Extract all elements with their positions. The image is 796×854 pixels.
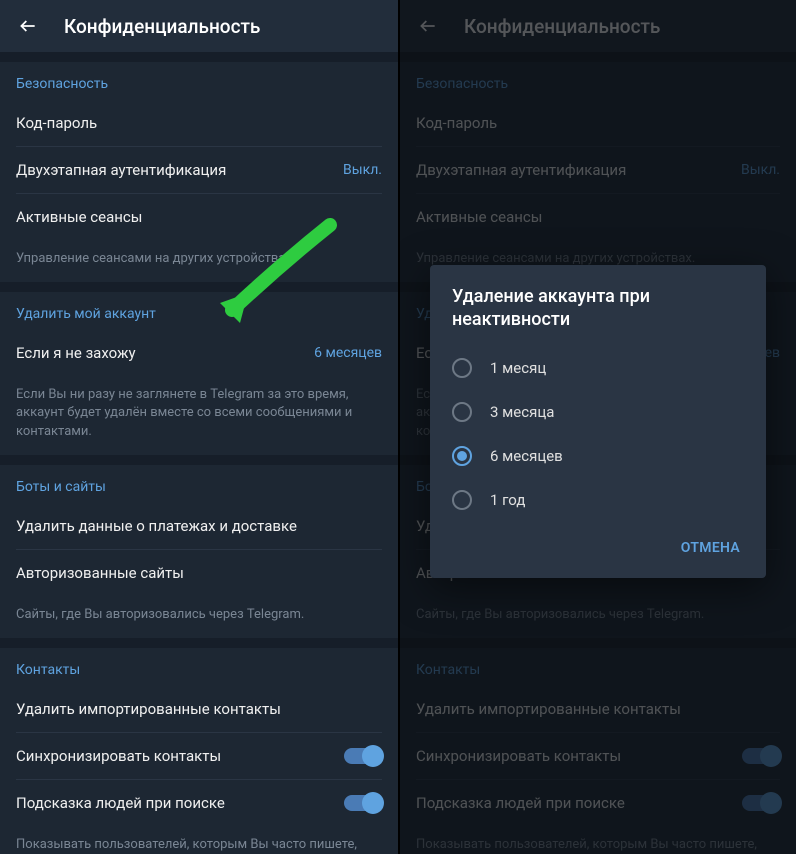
section-bots-header: Боты и сайты [0, 465, 398, 503]
row-two-step[interactable]: Двухэтапная аутентификация Выкл. [0, 147, 398, 193]
authorized-sites-label: Авторизованные сайты [16, 564, 184, 582]
page-title: Конфиденциальность [64, 15, 260, 38]
delete-footer: Если Вы ни разу не заглянете в Telegram … [0, 376, 398, 455]
row-passcode[interactable]: Код-пароль [0, 100, 398, 146]
delete-payment-label: Удалить данные о платежах и доставке [16, 517, 297, 535]
sessions-label: Активные сеансы [16, 208, 142, 226]
sync-switch[interactable] [344, 748, 382, 764]
two-step-label: Двухэтапная аутентификация [16, 161, 226, 179]
row-delete-imported[interactable]: Удалить импортированные контакты [0, 686, 398, 732]
screen-right: Конфиденциальность Безопасность Код-паро… [398, 0, 796, 854]
radio-icon [452, 490, 472, 510]
option-label: 3 месяца [490, 403, 554, 421]
radio-icon [452, 402, 472, 422]
security-footer: Управление сеансами на других устройства… [0, 240, 398, 282]
if-away-value: 6 месяцев [314, 345, 382, 361]
if-away-label: Если я не захожу [16, 344, 136, 362]
modal-overlay[interactable]: Удаление аккаунта при неактивности 1 мес… [400, 0, 796, 854]
option-label: 6 месяцев [490, 447, 563, 465]
section-security-header: Безопасность [0, 62, 398, 100]
option-label: 1 год [490, 491, 525, 509]
radio-icon [452, 358, 472, 378]
row-delete-payment[interactable]: Удалить данные о платежах и доставке [0, 503, 398, 549]
sync-label: Синхронизировать контакты [16, 747, 221, 765]
dialog-title: Удаление аккаунта при неактивности [430, 283, 766, 346]
section-contacts-header: Контакты [0, 648, 398, 686]
delete-imported-label: Удалить импортированные контакты [16, 700, 281, 718]
option-3-months[interactable]: 3 месяца [430, 390, 766, 434]
section-delete-header: Удалить мой аккаунт [0, 292, 398, 330]
row-if-away[interactable]: Если я не захожу 6 месяцев [0, 330, 398, 376]
back-icon[interactable] [16, 14, 40, 38]
passcode-label: Код-пароль [16, 114, 97, 132]
row-sessions[interactable]: Активные сеансы [0, 194, 398, 240]
bots-footer: Сайты, где Вы авторизовались через Teleg… [0, 596, 398, 638]
option-label: 1 месяц [490, 359, 546, 377]
suggest-label: Подсказка людей при поиске [16, 794, 225, 812]
suggest-switch[interactable] [344, 795, 382, 811]
two-step-value: Выкл. [343, 162, 382, 178]
row-suggest[interactable]: Подсказка людей при поиске [0, 780, 398, 826]
option-1-month[interactable]: 1 месяц [430, 346, 766, 390]
dialog-actions: ОТМЕНА [430, 522, 766, 570]
row-sync-contacts[interactable]: Синхронизировать контакты [0, 733, 398, 779]
row-authorized-sites[interactable]: Авторизованные сайты [0, 550, 398, 596]
cancel-button[interactable]: ОТМЕНА [671, 532, 750, 564]
content: Безопасность Код-пароль Двухэтапная ауте… [0, 52, 398, 854]
option-6-months[interactable]: 6 месяцев [430, 434, 766, 478]
option-1-year[interactable]: 1 год [430, 478, 766, 522]
screen-left: Конфиденциальность Безопасность Код-паро… [0, 0, 398, 854]
contacts-footer: Показывать пользователей, которым Вы час… [0, 826, 398, 854]
delete-inactivity-dialog: Удаление аккаунта при неактивности 1 мес… [430, 265, 766, 578]
header: Конфиденциальность [0, 0, 398, 52]
radio-icon-selected [452, 446, 472, 466]
